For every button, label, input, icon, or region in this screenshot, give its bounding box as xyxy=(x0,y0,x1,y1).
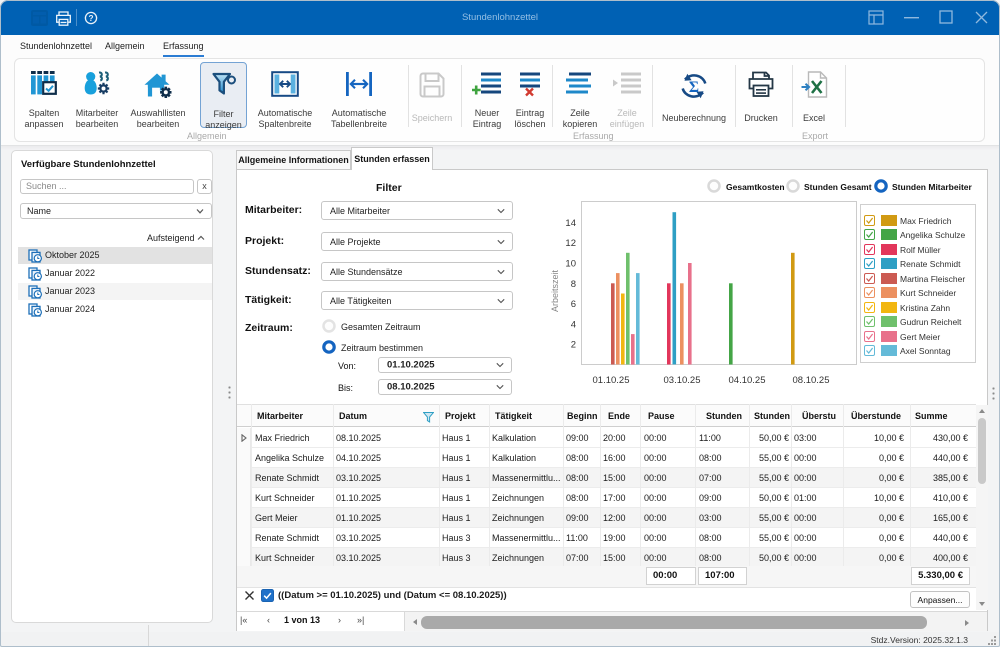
svg-text:Arbeitszeit: Arbeitszeit xyxy=(550,270,560,313)
svg-text:12: 12 xyxy=(565,238,576,249)
svg-text:08.10.25: 08.10.25 xyxy=(793,375,830,386)
svg-text:8: 8 xyxy=(571,279,576,290)
svg-text:01.10.25: 01.10.25 xyxy=(593,375,630,386)
svg-text:10: 10 xyxy=(565,259,576,270)
svg-text:14: 14 xyxy=(565,218,576,229)
svg-text:04.10.25: 04.10.25 xyxy=(729,375,766,386)
svg-text:Σ: Σ xyxy=(689,79,699,96)
svg-text:4: 4 xyxy=(571,319,576,330)
svg-text:2: 2 xyxy=(571,340,576,351)
svg-text:03.10.25: 03.10.25 xyxy=(664,375,701,386)
svg-text:6: 6 xyxy=(571,299,576,310)
